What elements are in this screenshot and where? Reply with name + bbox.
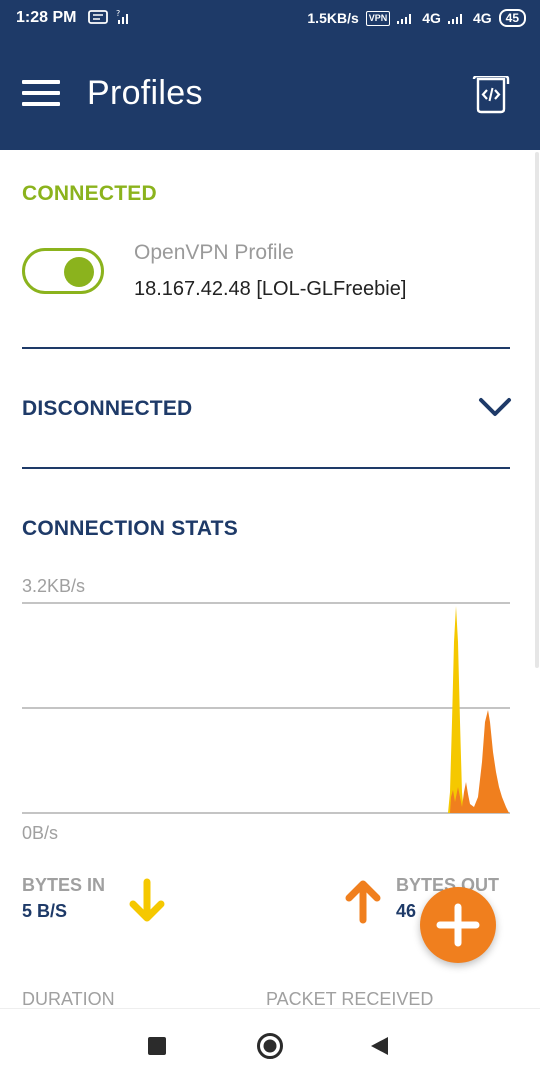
duration-label: DURATION	[22, 989, 115, 1009]
status-time: 1:28 PM	[16, 9, 77, 26]
vpn-icon: VPN	[365, 10, 391, 26]
bytes-out-value: 46	[396, 901, 417, 921]
packet-received-label: PACKET RECEIVED	[266, 989, 434, 1009]
bytes-in-value: 5 B/S	[22, 901, 68, 921]
arrow-down-icon	[129, 878, 165, 922]
recent-apps-icon[interactable]	[148, 1037, 166, 1055]
arrow-up-icon	[345, 880, 381, 924]
svg-text:?: ?	[116, 9, 120, 18]
plus-icon	[436, 903, 480, 947]
back-icon[interactable]	[368, 1035, 390, 1057]
chevron-down-icon[interactable]	[478, 394, 512, 420]
add-profile-button[interactable]	[420, 887, 496, 963]
network-speed: 1.5KB/s	[307, 10, 359, 26]
signal-unknown-icon: ?	[116, 9, 128, 24]
profile-name[interactable]: OpenVPN Profile	[134, 241, 294, 265]
signal-icon	[447, 14, 462, 24]
scrollbar[interactable]	[535, 152, 539, 668]
connected-heading: CONNECTED	[22, 182, 157, 205]
import-file-icon[interactable]	[472, 76, 512, 114]
signal-icon	[397, 14, 412, 24]
hamburger-menu-icon[interactable]	[22, 80, 62, 110]
network-type-1: 4G	[422, 10, 441, 26]
traffic-chart	[22, 602, 510, 814]
disconnected-heading[interactable]: DISCONNECTED	[22, 397, 192, 421]
connection-toggle[interactable]	[22, 248, 104, 294]
status-bar: 1:28 PM ? 1.5KB/s VPN 4G 4G 45	[0, 0, 540, 38]
page-title: Profiles	[87, 74, 203, 112]
bytes-in-label: BYTES IN	[22, 875, 106, 895]
battery-icon: 45	[498, 9, 526, 27]
app-bar: Profiles	[0, 38, 540, 150]
stats-heading: CONNECTION STATS	[22, 517, 238, 540]
network-type-2: 4G	[472, 10, 492, 26]
navigation-bar	[0, 1008, 540, 1080]
bytes-in-series	[448, 606, 464, 813]
message-icon	[88, 10, 108, 24]
divider	[22, 347, 510, 349]
profile-server[interactable]: 18.167.42.48 [LOL-GLFreebie]	[134, 278, 406, 301]
chart-axis-min: 0B/s	[22, 823, 59, 843]
divider	[22, 467, 510, 469]
chart-axis-max: 3.2KB/s	[22, 576, 86, 596]
toggle-knob	[64, 257, 94, 287]
home-icon[interactable]	[256, 1032, 284, 1060]
